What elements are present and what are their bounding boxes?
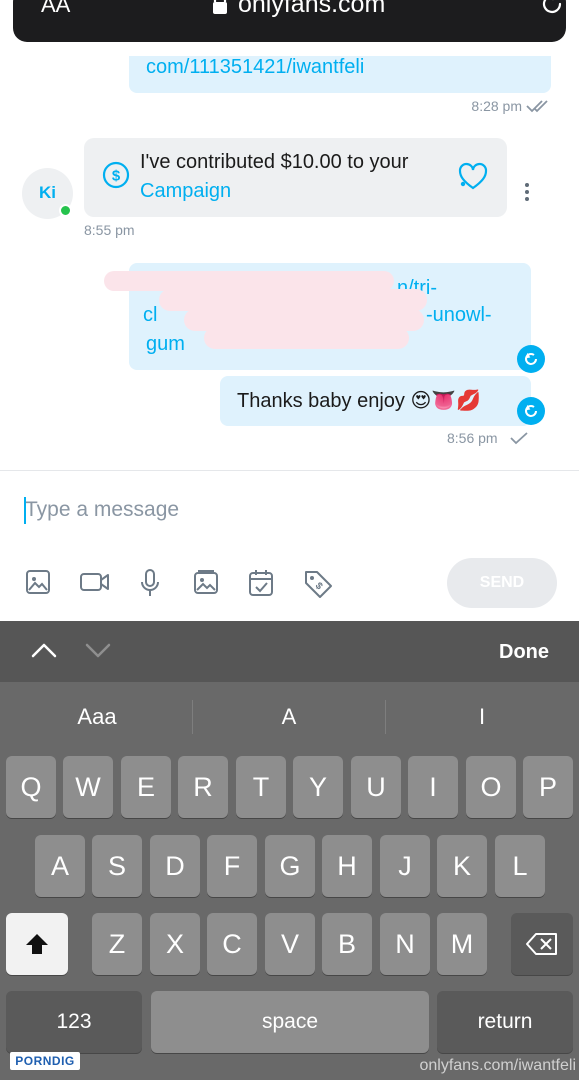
key-i[interactable]: I [408,756,458,818]
return-key[interactable]: return [437,991,573,1053]
keyboard-done-button[interactable]: Done [499,641,549,664]
message-timestamp: 8:56 pm [447,430,498,446]
key-j[interactable]: J [380,835,430,897]
key-z[interactable]: Z [92,913,142,975]
incoming-tip-message: $ I've contributed $10.00 to your Campai… [84,138,507,217]
svg-text:$: $ [112,168,121,185]
calendar-icon[interactable] [247,568,275,603]
key-p[interactable]: P [523,756,573,818]
resend-icon[interactable] [517,397,545,430]
redaction-scribble [204,327,409,349]
gallery-icon[interactable] [192,568,220,601]
message-timestamp: 8:55 pm [84,222,135,238]
outgoing-message-link[interactable]: com/111351421/iwantfeli [129,56,551,93]
heart-icon[interactable] [457,162,489,195]
link-fragment: -unowl- [426,304,492,326]
key-n[interactable]: N [380,913,430,975]
key-b[interactable]: B [322,913,372,975]
redaction-scribble [104,271,394,291]
link-fragment: cl [143,304,158,326]
campaign-link[interactable]: Campaign [140,180,231,203]
key-d[interactable]: D [150,835,200,897]
key-e[interactable]: E [121,756,171,818]
suggestion-divider [385,700,386,734]
watermark-logo: PORNDIG [10,1052,80,1070]
key-c[interactable]: C [207,913,257,975]
text-size-label: AA [41,0,71,17]
chevron-down-icon[interactable] [84,641,112,664]
message-input[interactable] [25,494,525,526]
key-m[interactable]: M [437,913,487,975]
redaction-scribble [159,289,427,311]
key-t[interactable]: T [236,756,286,818]
suggestion[interactable]: A [194,704,384,730]
predictive-suggestions: Aaa A I [0,682,579,752]
online-status-dot [59,204,72,217]
keyboard: Aaa A I Q W E R T Y U I O P A S D F G H … [0,682,579,1080]
key-s[interactable]: S [92,835,142,897]
message-link-text[interactable]: com/111351421/iwantfeli [146,56,364,79]
send-button[interactable]: SEND [447,558,557,608]
url-text[interactable]: onlyfans.com [238,0,385,19]
link-fragment: gum [146,333,185,355]
lock-icon [212,0,228,20]
message-timestamp: 8:28 pm [471,98,522,114]
key-k[interactable]: K [437,835,487,897]
message-text: Thanks baby enjoy 😍👅💋 [237,390,482,412]
resend-icon[interactable] [517,345,545,378]
chevron-up-icon[interactable] [30,641,58,664]
key-f[interactable]: F [207,835,257,897]
microphone-icon[interactable] [137,568,163,603]
browser-address-bar: AA onlyfans.com [0,0,579,56]
key-u[interactable]: U [351,756,401,818]
key-l[interactable]: L [495,835,545,897]
key-x[interactable]: X [150,913,200,975]
url-pill[interactable]: AA onlyfans.com [13,0,566,42]
key-y[interactable]: Y [293,756,343,818]
tip-text: I've contributed $10.00 to your [140,151,409,173]
space-key[interactable]: space [151,991,429,1053]
video-icon[interactable] [79,568,111,601]
check-icon [509,431,529,450]
dollar-icon: $ [102,161,130,194]
suggestion-divider [192,700,193,734]
numbers-key[interactable]: 123 [6,991,142,1053]
image-icon[interactable] [24,568,52,601]
key-g[interactable]: G [265,835,315,897]
text-caret [24,497,26,524]
key-a[interactable]: A [35,835,85,897]
footer-caption: onlyfans.com/iwantfeli [419,1057,576,1074]
outgoing-message-redacted-link[interactable]: n/tri- cl -unowl- gum [104,263,531,370]
key-w[interactable]: W [63,756,113,818]
price-tag-icon[interactable]: $ [302,568,334,605]
key-v[interactable]: V [265,913,315,975]
shift-key[interactable] [6,913,68,975]
key-o[interactable]: O [466,756,516,818]
suggestion[interactable]: I [387,704,577,730]
more-options-icon[interactable] [523,182,531,207]
backspace-icon [526,933,557,955]
double-check-icon [526,99,552,118]
text-size-button[interactable]: AA [41,0,70,18]
keyboard-accessory-bar: Done [0,621,579,682]
suggestion[interactable]: Aaa [2,704,192,730]
backspace-key[interactable] [511,913,573,975]
outgoing-message-text[interactable]: Thanks baby enjoy 😍👅💋 [220,376,531,426]
key-q[interactable]: Q [6,756,56,818]
key-h[interactable]: H [322,835,372,897]
key-r[interactable]: R [178,756,228,818]
avatar-initials: Ki [39,183,56,202]
shift-arrow-icon [26,934,48,954]
reload-icon[interactable] [539,0,565,22]
composer-divider [0,470,579,471]
